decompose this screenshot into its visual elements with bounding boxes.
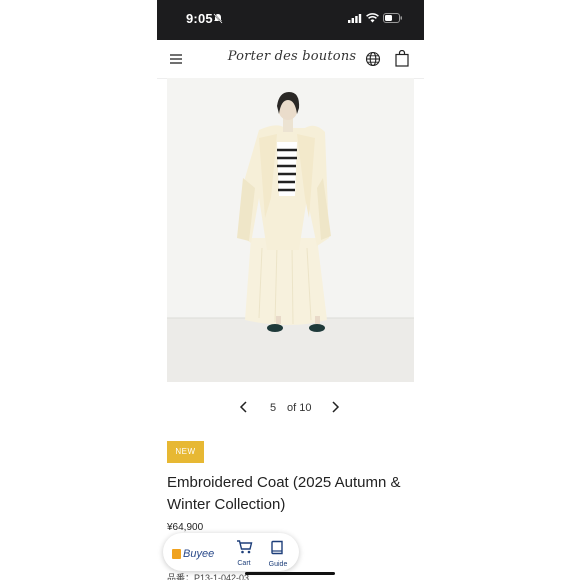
buyee-guide-button[interactable]: Guide bbox=[266, 540, 290, 568]
model-in-coat-photo bbox=[167, 78, 414, 382]
pager-current: 5 bbox=[270, 402, 277, 414]
wifi-icon bbox=[366, 13, 379, 23]
buyee-logo-button[interactable]: Buyee bbox=[172, 545, 214, 563]
book-icon bbox=[271, 540, 283, 555]
product-title: Embroidered Coat (2025 Autumn & Winter C… bbox=[167, 474, 401, 513]
new-badge: NEW bbox=[167, 441, 204, 463]
status-time: 9:05 bbox=[186, 11, 213, 26]
bell-muted-icon bbox=[213, 13, 223, 24]
phone-screen: 9:05 Porter des boutons 5 of 10 NEW Embr… bbox=[157, 0, 424, 580]
pager-total: of 10 bbox=[287, 402, 312, 414]
cart-label: Cart bbox=[237, 560, 251, 567]
buyee-widget: Buyee Cart Guide bbox=[163, 533, 299, 571]
home-indicator bbox=[245, 572, 335, 575]
buyee-logo-text: Buyee bbox=[183, 547, 215, 560]
image-pager: 5 of 10 bbox=[157, 398, 424, 418]
shopping-bag-icon[interactable] bbox=[395, 50, 409, 67]
status-bar: 9:05 bbox=[157, 0, 424, 40]
hamburger-menu-icon[interactable] bbox=[169, 52, 183, 66]
globe-language-icon[interactable] bbox=[365, 51, 381, 67]
battery-icon bbox=[383, 13, 402, 23]
buyee-cart-button[interactable]: Cart bbox=[233, 540, 255, 567]
product-photo[interactable] bbox=[167, 78, 414, 382]
chevron-right-icon[interactable] bbox=[330, 401, 340, 413]
cart-icon bbox=[236, 540, 252, 554]
chevron-left-icon[interactable] bbox=[239, 401, 249, 413]
site-header: Porter des boutons bbox=[157, 40, 424, 79]
guide-label: Guide bbox=[268, 561, 288, 568]
product-price: ¥64,900 bbox=[167, 522, 204, 533]
signal-icon bbox=[348, 14, 362, 23]
buyee-box-icon bbox=[172, 548, 181, 559]
brand-logo[interactable]: Porter des boutons bbox=[217, 49, 367, 64]
product-sku: 品番：P13-1-042-03 bbox=[167, 573, 250, 580]
